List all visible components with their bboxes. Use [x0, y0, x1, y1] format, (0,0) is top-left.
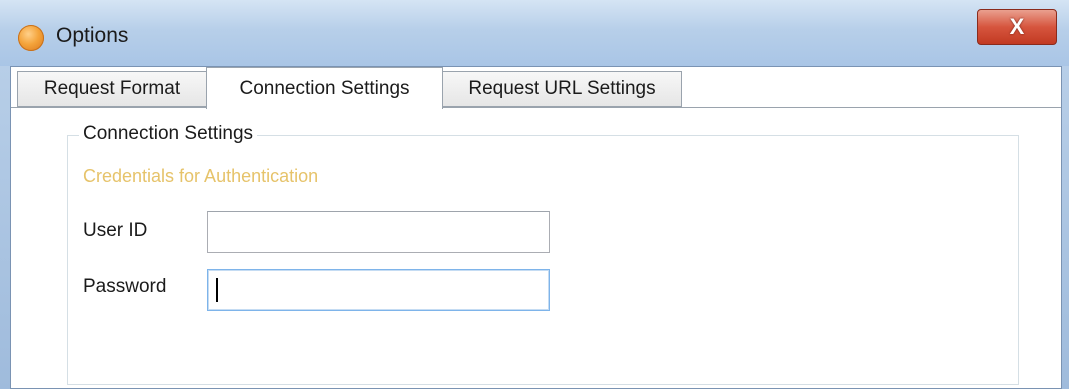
close-icon: X [1009, 14, 1025, 39]
close-button[interactable]: X [977, 9, 1057, 45]
dialog-content: Request Format Connection Settings Reque… [10, 66, 1062, 389]
tab-request-url-settings[interactable]: Request URL Settings [442, 71, 682, 107]
options-window: Options X Request Format Connection Sett… [0, 0, 1069, 389]
tab-divider [11, 107, 1061, 108]
user-id-label: User ID [83, 220, 148, 241]
credentials-caption: Credentials for Authentication [83, 166, 319, 186]
password-input[interactable] [207, 269, 550, 311]
text-caret [216, 278, 218, 302]
password-label: Password [83, 276, 167, 297]
group-title: Connection Settings [79, 123, 258, 145]
user-id-input[interactable] [207, 211, 550, 253]
tab-request-format[interactable]: Request Format [17, 71, 207, 107]
tab-strip: Request Format Connection Settings Reque… [11, 67, 1061, 109]
window-title: Options [56, 24, 129, 47]
title-bar[interactable]: Options X [0, 0, 1069, 66]
app-icon [18, 25, 44, 51]
tab-connection-settings[interactable]: Connection Settings [206, 67, 443, 109]
